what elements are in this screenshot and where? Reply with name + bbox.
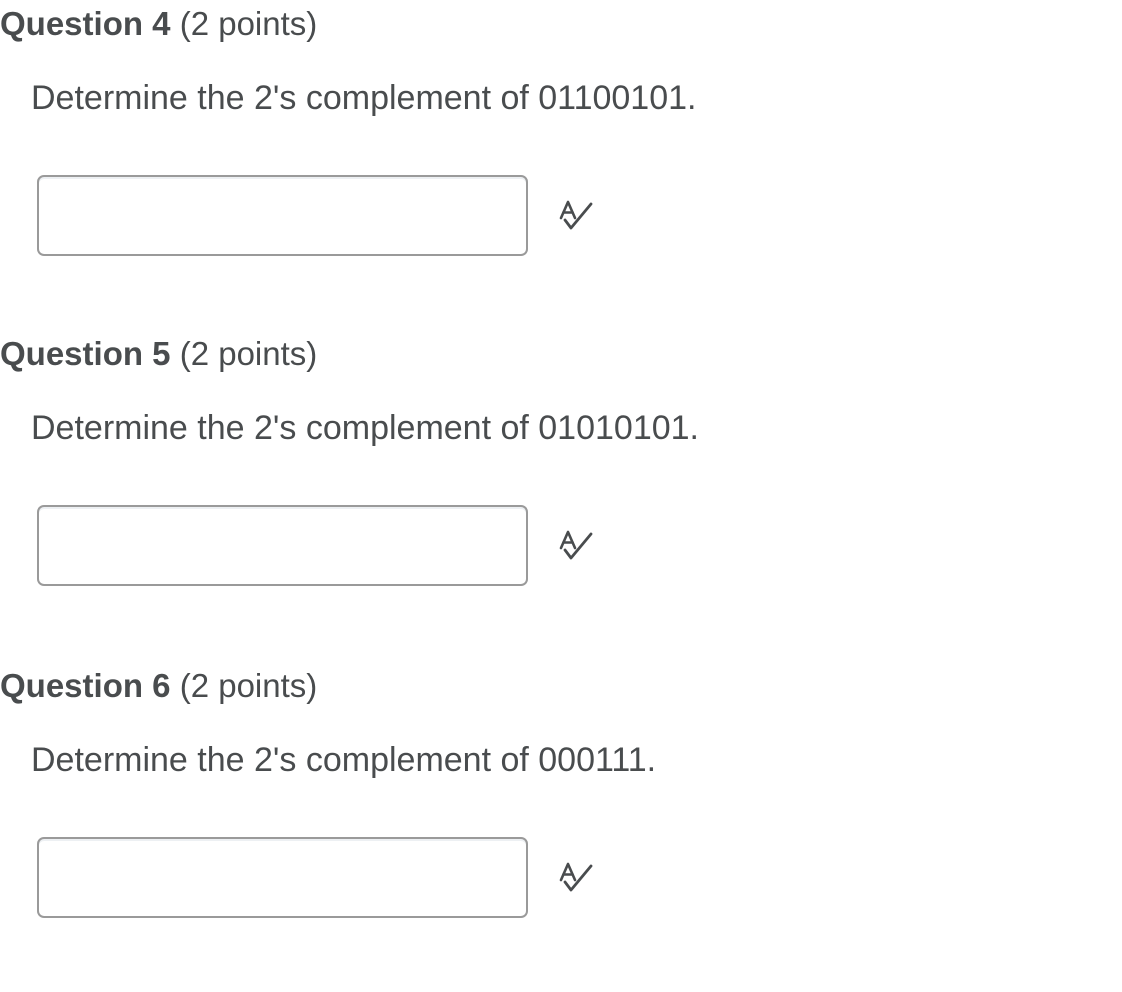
question-heading: Question 4 (2 points)	[0, 4, 317, 44]
question-5: Question 5 (2 points) Determine the 2's …	[0, 330, 1122, 660]
question-title: Question 6	[0, 667, 171, 704]
question-4: Question 4 (2 points) Determine the 2's …	[0, 0, 1122, 330]
spellcheck-icon[interactable]	[557, 526, 595, 564]
question-prompt: Determine the 2's complement of 01010101…	[31, 409, 699, 447]
answer-input[interactable]	[37, 175, 528, 256]
question-prompt: Determine the 2's complement of 000111.	[31, 741, 657, 779]
question-heading: Question 5 (2 points)	[0, 334, 317, 374]
answer-input[interactable]	[37, 505, 528, 586]
question-6: Question 6 (2 points) Determine the 2's …	[0, 662, 1122, 992]
question-prompt: Determine the 2's complement of 01100101…	[31, 79, 697, 117]
question-title: Question 4	[0, 5, 171, 42]
spellcheck-icon[interactable]	[557, 858, 595, 896]
answer-input[interactable]	[37, 837, 528, 918]
question-points: (2 points)	[179, 335, 318, 372]
question-points: (2 points)	[179, 667, 318, 704]
question-title: Question 5	[0, 335, 171, 372]
question-points: (2 points)	[179, 5, 318, 42]
spellcheck-icon[interactable]	[557, 196, 595, 234]
question-heading: Question 6 (2 points)	[0, 666, 317, 706]
